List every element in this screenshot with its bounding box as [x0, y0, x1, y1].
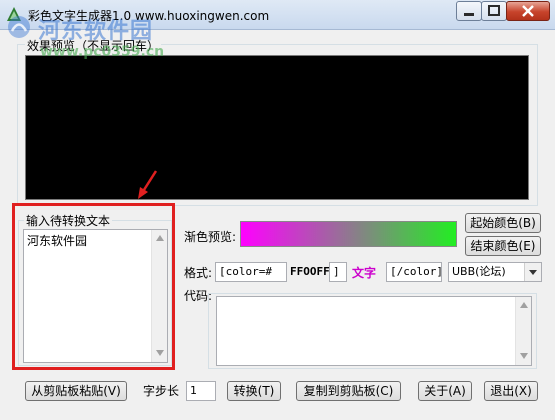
close-icon	[522, 5, 534, 17]
start-color-button[interactable]: 起始颜色(B)	[465, 213, 541, 233]
format-label: 格式:	[184, 266, 213, 280]
minimize-button[interactable]	[456, 1, 482, 21]
maximize-icon	[488, 5, 500, 16]
highlight-frame	[12, 203, 175, 370]
format-select-value: UBB(论坛)	[452, 265, 506, 278]
code-scroll-down-icon[interactable]	[520, 353, 528, 359]
dropdown-arrow-icon[interactable]	[524, 263, 541, 281]
step-input[interactable]: 1	[186, 381, 216, 401]
code-scrollbar[interactable]	[515, 297, 531, 365]
preview-canvas	[25, 55, 529, 200]
copy-button[interactable]: 复制到剪贴板(C)	[296, 381, 401, 401]
exit-button[interactable]: 退出(X)	[484, 381, 538, 401]
close-bracket-field[interactable]: ]	[329, 262, 347, 282]
gradient-preview-bar	[240, 221, 457, 247]
watermark-text: 河东软件园	[38, 19, 154, 44]
end-tag-field[interactable]: [/color]	[386, 262, 442, 282]
end-color-button[interactable]: 结束颜色(E)	[465, 236, 541, 256]
format-select[interactable]: UBB(论坛)	[448, 262, 542, 282]
close-button[interactable]	[506, 1, 550, 21]
color-code: FFOOFF	[290, 265, 330, 278]
sample-text: 文字	[352, 266, 377, 280]
code-scroll-up-icon[interactable]	[520, 302, 528, 308]
open-tag-field[interactable]: [color=#	[215, 262, 287, 282]
code-textarea[interactable]	[216, 296, 532, 366]
convert-button[interactable]: 转换(T)	[227, 381, 281, 401]
watermark-url: www.pc0359.cn	[40, 44, 165, 60]
annotation-arrow-icon	[138, 170, 158, 199]
about-button[interactable]: 关于(A)	[418, 381, 472, 401]
minimize-icon	[464, 13, 474, 16]
maximize-button[interactable]	[481, 1, 507, 21]
step-label: 字步长	[143, 384, 180, 398]
paste-button[interactable]: 从剪贴板粘贴(V)	[25, 381, 127, 401]
gradient-label: 渐色预览:	[184, 230, 237, 244]
watermark-logo-icon	[8, 16, 30, 38]
